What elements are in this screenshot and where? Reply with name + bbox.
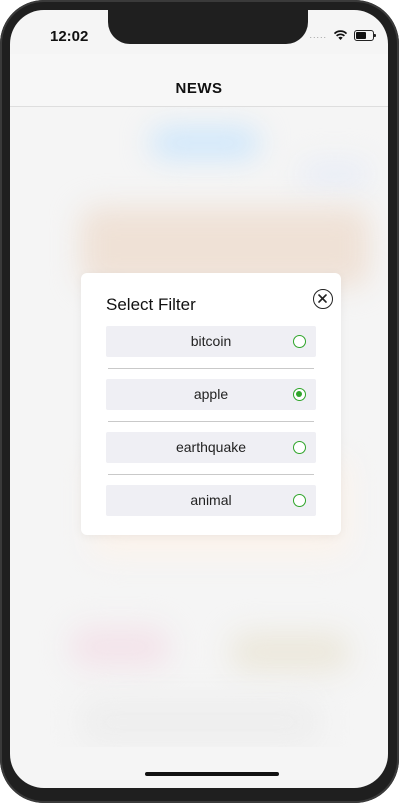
filter-option-label: apple: [193, 386, 229, 402]
blurred-thumbnail: [70, 627, 170, 667]
filter-option-bitcoin[interactable]: bitcoin: [106, 326, 316, 357]
battery-icon: [354, 29, 376, 41]
radio-unselected-icon[interactable]: [293, 335, 306, 348]
status-time: 12:02: [50, 28, 89, 45]
radio-unselected-icon[interactable]: [293, 441, 306, 454]
home-indicator[interactable]: [145, 772, 279, 776]
filter-option-label: bitcoin: [190, 333, 232, 349]
filter-option-label: earthquake: [175, 439, 247, 455]
nav-bar: NEWS: [10, 54, 388, 107]
radio-unselected-icon[interactable]: [293, 494, 306, 507]
blurred-thumbnail: [230, 632, 350, 672]
page-title: NEWS: [175, 80, 223, 97]
filter-option-label: animal: [190, 492, 232, 508]
close-icon[interactable]: [313, 289, 333, 309]
divider: [108, 421, 314, 422]
filter-option-apple[interactable]: apple: [106, 379, 316, 410]
status-bar: 12:02 .....: [10, 10, 388, 54]
device-notch: [108, 10, 308, 44]
modal-title: Select Filter: [106, 295, 196, 314]
close-x-glyph: [318, 294, 327, 303]
filter-modal: Select Filter bitcoin apple earthquake a…: [81, 273, 341, 535]
device-frame: 12:02 ..... NEWS Select Filter bitcoin a…: [0, 0, 399, 803]
divider: [108, 368, 314, 369]
app-screen: 12:02 ..... NEWS Select Filter bitcoin a…: [10, 10, 388, 788]
filter-option-earthquake[interactable]: earthquake: [106, 432, 316, 463]
filter-option-list: bitcoin apple earthquake animal: [106, 326, 316, 516]
wifi-icon: [333, 30, 348, 40]
signal-dots-icon: .....: [309, 30, 327, 40]
radio-selected-icon[interactable]: [293, 388, 306, 401]
divider: [108, 474, 314, 475]
blurred-header-pill: [150, 127, 260, 159]
blurred-news-text: [80, 697, 320, 747]
filter-option-animal[interactable]: animal: [106, 485, 316, 516]
status-icons: .....: [309, 29, 376, 41]
blurred-chip: [300, 162, 370, 186]
